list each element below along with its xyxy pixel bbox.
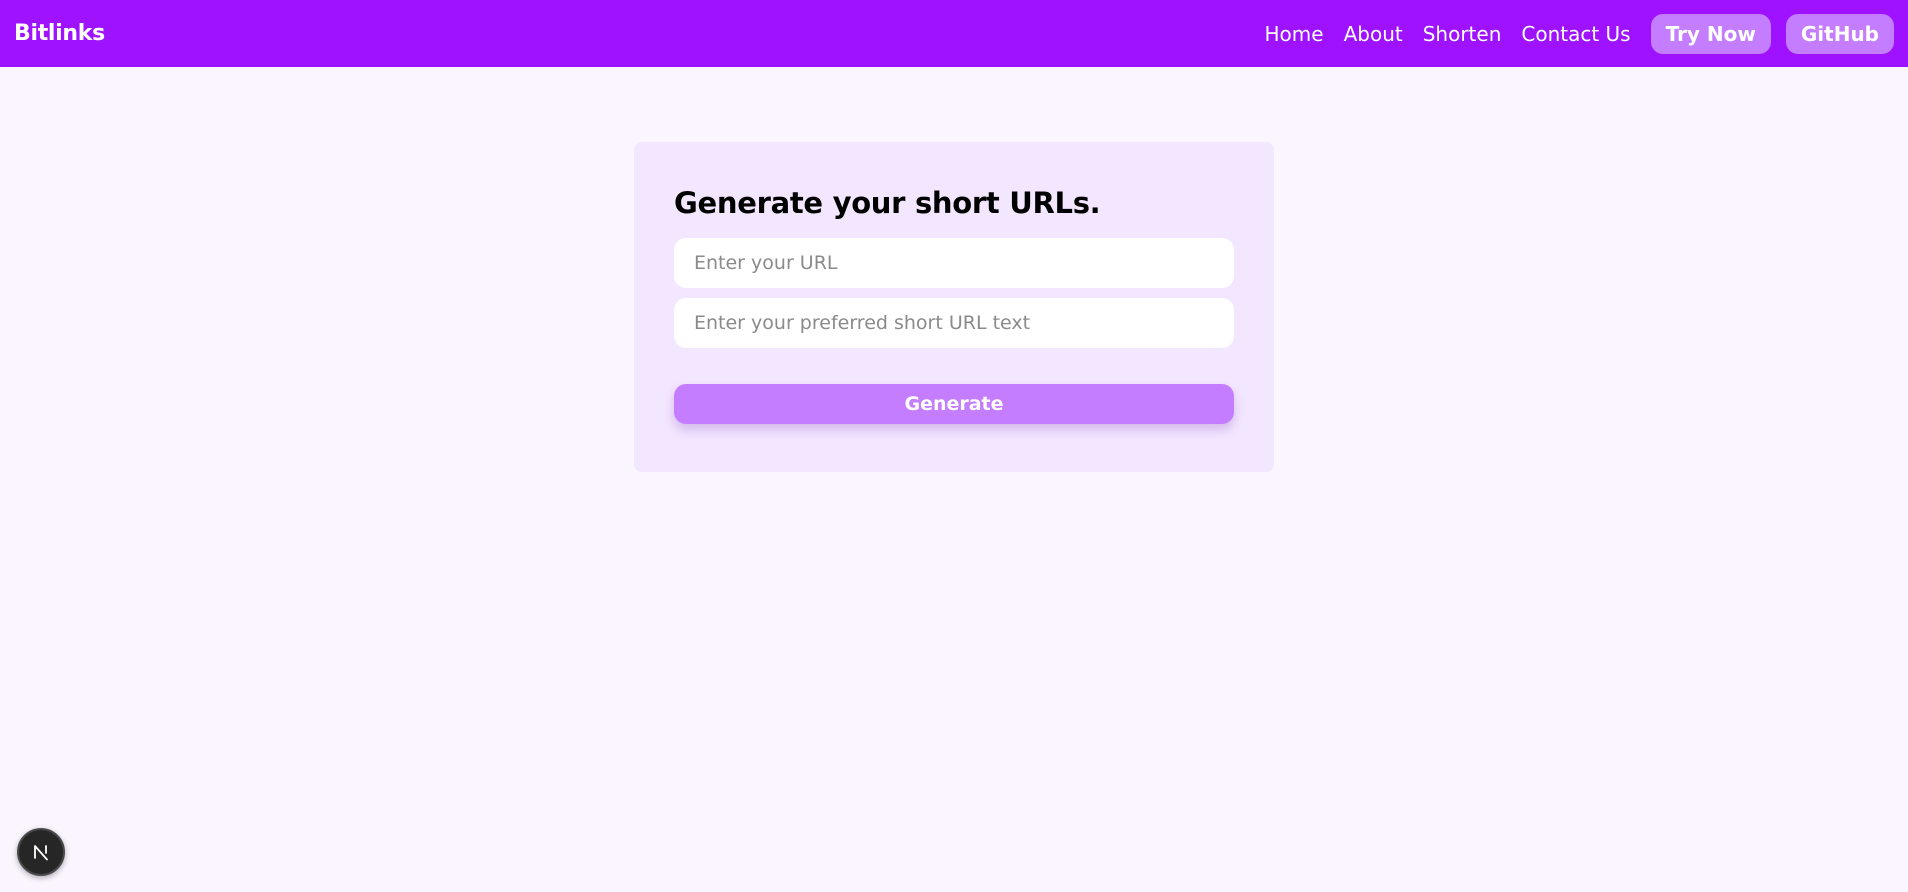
nav-link-about[interactable]: About bbox=[1344, 22, 1403, 46]
nav-links: Home About Shorten Contact Us Try Now Gi… bbox=[1265, 0, 1894, 67]
form-title: Generate your short URLs. bbox=[674, 186, 1101, 220]
shorten-form-card: Generate your short URLs. Generate bbox=[634, 142, 1274, 472]
url-input[interactable] bbox=[674, 238, 1234, 288]
navbar: Bitlinks Home About Shorten Contact Us T… bbox=[0, 0, 1908, 67]
nextjs-logo-icon bbox=[34, 845, 48, 861]
nextjs-dev-badge[interactable] bbox=[17, 828, 65, 876]
try-now-button[interactable]: Try Now bbox=[1650, 13, 1771, 54]
generate-button[interactable]: Generate bbox=[674, 384, 1234, 424]
nav-link-contact-us[interactable]: Contact Us bbox=[1521, 22, 1630, 46]
nav-link-home[interactable]: Home bbox=[1265, 22, 1324, 46]
nav-link-shorten[interactable]: Shorten bbox=[1423, 22, 1502, 46]
short-url-text-input[interactable] bbox=[674, 298, 1234, 348]
brand-logo[interactable]: Bitlinks bbox=[14, 21, 105, 46]
github-button[interactable]: GitHub bbox=[1785, 13, 1894, 54]
